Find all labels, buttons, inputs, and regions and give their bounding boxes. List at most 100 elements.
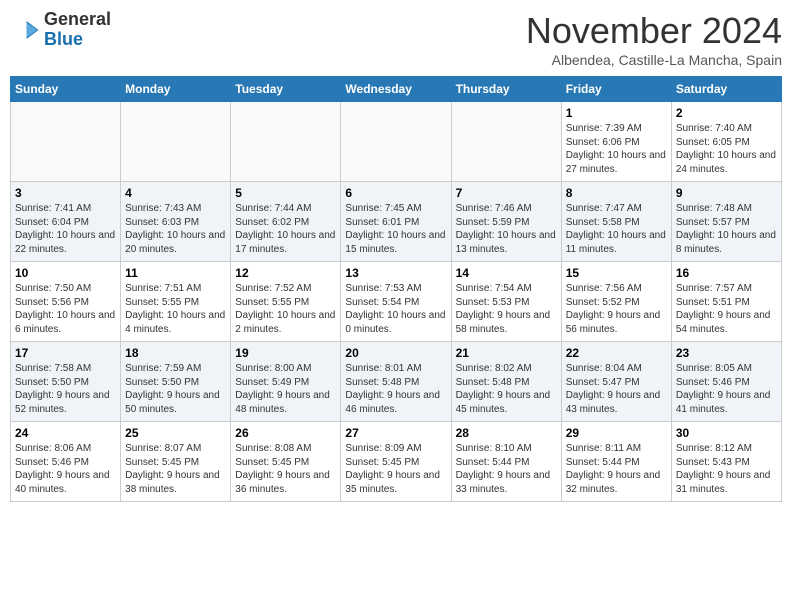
day-number: 15	[566, 266, 667, 280]
calendar-cell: 13 Sunrise: 7:53 AM Sunset: 5:54 PM Dayli…	[341, 262, 451, 342]
day-info: Sunrise: 7:40 AM Sunset: 6:05 PM Dayligh…	[676, 122, 777, 176]
day-info: Sunrise: 7:51 AM Sunset: 5:55 PM Dayligh…	[125, 282, 226, 336]
day-info: Sunrise: 8:12 AM Sunset: 5:43 PM Dayligh…	[676, 442, 777, 496]
calendar-cell	[231, 102, 341, 182]
calendar-cell: 4Sunrise: 7:43 AM Sunset: 6:03 PM Daylig…	[121, 182, 231, 262]
calendar-cell: 22 Sunrise: 8:04 AM Sunset: 5:47 PM Dayli…	[561, 342, 671, 422]
day-number: 20	[345, 346, 446, 360]
calendar-cell: 30 Sunrise: 8:12 AM Sunset: 5:43 PM Dayli…	[671, 422, 781, 502]
day-info: Sunrise: 7:54 AM Sunset: 5:53 PM Dayligh…	[456, 282, 557, 336]
day-header-thursday: Thursday	[451, 77, 561, 102]
day-header-monday: Monday	[121, 77, 231, 102]
calendar-week-row: 10 Sunrise: 7:50 AM Sunset: 5:56 PM Dayli…	[11, 262, 782, 342]
day-number: 11	[125, 266, 226, 280]
day-number: 3	[15, 186, 116, 200]
day-info: Sunrise: 7:52 AM Sunset: 5:55 PM Dayligh…	[235, 282, 336, 336]
calendar-cell: 2 Sunrise: 7:40 AM Sunset: 6:05 PM Daylig…	[671, 102, 781, 182]
calendar-header-row: SundayMondayTuesdayWednesdayThursdayFrid…	[11, 77, 782, 102]
calendar-cell: 20Sunrise: 8:01 AM Sunset: 5:48 PM Dayli…	[341, 342, 451, 422]
day-number: 28	[456, 426, 557, 440]
calendar-cell: 16 Sunrise: 7:57 AM Sunset: 5:51 PM Dayli…	[671, 262, 781, 342]
day-number: 19	[235, 346, 336, 360]
day-info: Sunrise: 7:58 AM Sunset: 5:50 PM Dayligh…	[15, 362, 116, 416]
calendar-week-row: 1Sunrise: 7:39 AM Sunset: 6:06 PM Daylig…	[11, 102, 782, 182]
calendar-cell: 3 Sunrise: 7:41 AM Sunset: 6:04 PM Daylig…	[11, 182, 121, 262]
day-info: Sunrise: 7:45 AM Sunset: 6:01 PM Dayligh…	[345, 202, 446, 256]
logo-icon	[10, 15, 40, 45]
calendar-cell: 17 Sunrise: 7:58 AM Sunset: 5:50 PM Dayli…	[11, 342, 121, 422]
calendar-cell	[451, 102, 561, 182]
day-number: 27	[345, 426, 446, 440]
page-header: General Blue November 2024 Albendea, Cas…	[10, 10, 782, 68]
day-number: 16	[676, 266, 777, 280]
day-header-wednesday: Wednesday	[341, 77, 451, 102]
day-number: 17	[15, 346, 116, 360]
day-number: 24	[15, 426, 116, 440]
day-info: Sunrise: 8:11 AM Sunset: 5:44 PM Dayligh…	[566, 442, 667, 496]
day-number: 21	[456, 346, 557, 360]
day-header-sunday: Sunday	[11, 77, 121, 102]
calendar-cell: 5Sunrise: 7:44 AM Sunset: 6:02 PM Daylig…	[231, 182, 341, 262]
day-info: Sunrise: 8:02 AM Sunset: 5:48 PM Dayligh…	[456, 362, 557, 416]
calendar-cell: 6 Sunrise: 7:45 AM Sunset: 6:01 PM Daylig…	[341, 182, 451, 262]
calendar-cell: 29 Sunrise: 8:11 AM Sunset: 5:44 PM Dayli…	[561, 422, 671, 502]
day-number: 29	[566, 426, 667, 440]
day-number: 9	[676, 186, 777, 200]
location: Albendea, Castille-La Mancha, Spain	[526, 52, 782, 68]
day-number: 30	[676, 426, 777, 440]
day-info: Sunrise: 8:05 AM Sunset: 5:46 PM Dayligh…	[676, 362, 777, 416]
calendar-cell: 1Sunrise: 7:39 AM Sunset: 6:06 PM Daylig…	[561, 102, 671, 182]
day-header-tuesday: Tuesday	[231, 77, 341, 102]
calendar-cell: 24 Sunrise: 8:06 AM Sunset: 5:46 PM Dayli…	[11, 422, 121, 502]
day-info: Sunrise: 7:46 AM Sunset: 5:59 PM Dayligh…	[456, 202, 557, 256]
day-header-friday: Friday	[561, 77, 671, 102]
day-number: 14	[456, 266, 557, 280]
day-info: Sunrise: 7:39 AM Sunset: 6:06 PM Dayligh…	[566, 122, 667, 176]
month-title: November 2024	[526, 10, 782, 52]
calendar-cell: 10 Sunrise: 7:50 AM Sunset: 5:56 PM Dayli…	[11, 262, 121, 342]
day-number: 10	[15, 266, 116, 280]
day-info: Sunrise: 7:56 AM Sunset: 5:52 PM Dayligh…	[566, 282, 667, 336]
calendar-cell: 19 Sunrise: 8:00 AM Sunset: 5:49 PM Dayli…	[231, 342, 341, 422]
calendar-cell: 27Sunrise: 8:09 AM Sunset: 5:45 PM Dayli…	[341, 422, 451, 502]
calendar-cell: 7Sunrise: 7:46 AM Sunset: 5:59 PM Daylig…	[451, 182, 561, 262]
day-info: Sunrise: 7:41 AM Sunset: 6:04 PM Dayligh…	[15, 202, 116, 256]
day-info: Sunrise: 8:07 AM Sunset: 5:45 PM Dayligh…	[125, 442, 226, 496]
day-info: Sunrise: 8:10 AM Sunset: 5:44 PM Dayligh…	[456, 442, 557, 496]
title-block: November 2024 Albendea, Castille-La Manc…	[526, 10, 782, 68]
day-number: 2	[676, 106, 777, 120]
calendar-cell: 11 Sunrise: 7:51 AM Sunset: 5:55 PM Dayli…	[121, 262, 231, 342]
logo-text: General Blue	[44, 10, 111, 50]
logo: General Blue	[10, 10, 111, 50]
calendar-cell: 14 Sunrise: 7:54 AM Sunset: 5:53 PM Dayli…	[451, 262, 561, 342]
calendar-cell: 12 Sunrise: 7:52 AM Sunset: 5:55 PM Dayli…	[231, 262, 341, 342]
day-number: 13	[345, 266, 446, 280]
calendar: SundayMondayTuesdayWednesdayThursdayFrid…	[10, 76, 782, 502]
day-info: Sunrise: 8:00 AM Sunset: 5:49 PM Dayligh…	[235, 362, 336, 416]
calendar-cell: 9Sunrise: 7:48 AM Sunset: 5:57 PM Daylig…	[671, 182, 781, 262]
calendar-cell: 15 Sunrise: 7:56 AM Sunset: 5:52 PM Dayli…	[561, 262, 671, 342]
calendar-cell: 25 Sunrise: 8:07 AM Sunset: 5:45 PM Dayli…	[121, 422, 231, 502]
day-number: 26	[235, 426, 336, 440]
day-info: Sunrise: 7:47 AM Sunset: 5:58 PM Dayligh…	[566, 202, 667, 256]
day-number: 18	[125, 346, 226, 360]
day-info: Sunrise: 8:06 AM Sunset: 5:46 PM Dayligh…	[15, 442, 116, 496]
calendar-cell: 8 Sunrise: 7:47 AM Sunset: 5:58 PM Daylig…	[561, 182, 671, 262]
day-number: 8	[566, 186, 667, 200]
day-number: 6	[345, 186, 446, 200]
day-number: 22	[566, 346, 667, 360]
calendar-cell: 21 Sunrise: 8:02 AM Sunset: 5:48 PM Dayli…	[451, 342, 561, 422]
calendar-week-row: 17 Sunrise: 7:58 AM Sunset: 5:50 PM Dayli…	[11, 342, 782, 422]
day-number: 12	[235, 266, 336, 280]
day-info: Sunrise: 7:53 AM Sunset: 5:54 PM Dayligh…	[345, 282, 446, 336]
calendar-cell: 28 Sunrise: 8:10 AM Sunset: 5:44 PM Dayli…	[451, 422, 561, 502]
day-info: Sunrise: 7:57 AM Sunset: 5:51 PM Dayligh…	[676, 282, 777, 336]
calendar-cell	[121, 102, 231, 182]
day-header-saturday: Saturday	[671, 77, 781, 102]
calendar-cell	[11, 102, 121, 182]
day-info: Sunrise: 7:50 AM Sunset: 5:56 PM Dayligh…	[15, 282, 116, 336]
day-info: Sunrise: 8:08 AM Sunset: 5:45 PM Dayligh…	[235, 442, 336, 496]
day-info: Sunrise: 8:04 AM Sunset: 5:47 PM Dayligh…	[566, 362, 667, 416]
day-number: 25	[125, 426, 226, 440]
day-info: Sunrise: 7:44 AM Sunset: 6:02 PM Dayligh…	[235, 202, 336, 256]
